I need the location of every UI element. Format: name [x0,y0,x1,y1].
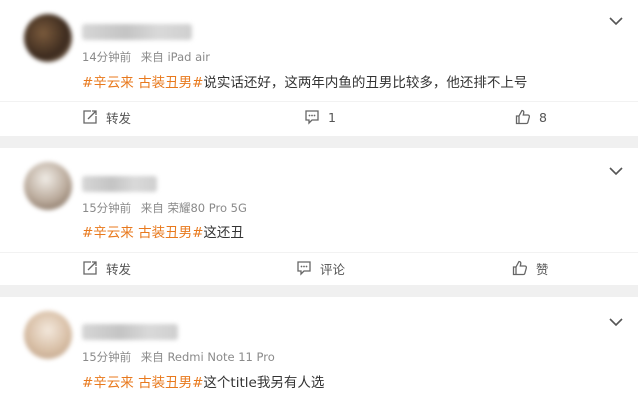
repost-icon [83,261,97,275]
repost-button[interactable]: 转发 [82,257,131,279]
chevron-down-icon[interactable] [605,160,627,182]
timestamp: 15分钟前 [82,201,132,215]
source-device: 来自 荣耀80 Pro 5G [140,201,247,215]
repost-icon [83,110,97,124]
chevron-down-icon[interactable] [605,10,627,32]
like-icon [512,260,528,276]
comment-label: 评论 [320,261,346,277]
like-label: 赞 [536,261,549,277]
username[interactable] [82,324,178,340]
action-bar: 转发 评论 赞 [0,252,638,283]
action-bar: 转发 1 8 [0,101,638,132]
username[interactable] [82,176,157,192]
timestamp: 15分钟前 [82,350,132,364]
comment-count: 1 [328,109,336,125]
topic-tag[interactable]: #辛云来 古装丑男# [82,225,203,241]
comment-text: #辛云来 古装丑男#说实话还好，这两年内鱼的丑男比较多，他还排不上号 [82,71,527,91]
topic-tag[interactable]: #辛云来 古装丑男# [82,75,203,91]
comment-body: 这个title我另有人选 [203,375,325,391]
like-icon [515,109,531,125]
comment-card-1: 14分钟前 来自 iPad air #辛云来 古装丑男#说实话还好，这两年内鱼的… [0,0,638,136]
comment-button[interactable]: 1 [304,106,336,128]
comment-body: 说实话还好，这两年内鱼的丑男比较多，他还排不上号 [203,75,528,91]
comment-icon [297,261,311,276]
like-count: 8 [539,109,547,125]
repost-button[interactable]: 转发 [82,106,131,128]
post-meta: 14分钟前 来自 iPad air [82,49,216,65]
comment-text: #辛云来 古装丑男#这还丑 [82,221,244,241]
comment-body: 这还丑 [203,225,244,241]
repost-label: 转发 [106,261,132,277]
comment-text: #辛云来 古装丑男#这个title我另有人选 [82,371,324,391]
avatar[interactable] [24,162,72,210]
comment-icon [305,110,319,125]
repost-label: 转发 [106,110,132,126]
source-device: 来自 iPad air [140,50,211,64]
timestamp: 14分钟前 [82,50,132,64]
post-meta: 15分钟前 来自 荣耀80 Pro 5G [82,200,253,216]
comment-card-3: 15分钟前 来自 Redmi Note 11 Pro #辛云来 古装丑男#这个t… [0,297,638,410]
like-button[interactable]: 赞 [512,257,549,279]
comment-card-2: 15分钟前 来自 荣耀80 Pro 5G #辛云来 古装丑男#这还丑 转发 评论… [0,148,638,285]
avatar[interactable] [24,14,72,62]
username[interactable] [82,24,192,40]
topic-tag[interactable]: #辛云来 古装丑男# [82,375,203,391]
comment-button[interactable]: 评论 [296,257,345,279]
post-meta: 15分钟前 来自 Redmi Note 11 Pro [82,349,281,365]
like-button[interactable]: 8 [515,106,547,128]
avatar[interactable] [24,311,72,359]
source-device: 来自 Redmi Note 11 Pro [140,350,275,364]
chevron-down-icon[interactable] [605,311,627,333]
